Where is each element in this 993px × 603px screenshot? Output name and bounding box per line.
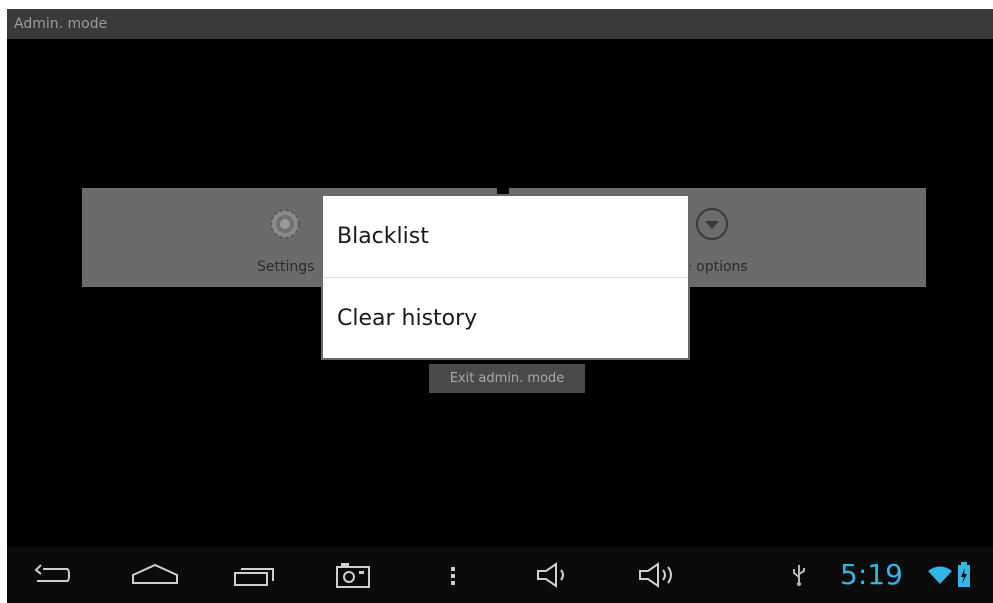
gear-icon	[270, 209, 300, 239]
window-title: Admin. mode	[14, 16, 108, 32]
menu-item-clear-history[interactable]: Clear history	[323, 278, 688, 359]
settings-label: Settings	[257, 259, 315, 275]
title-bar: Admin. mode	[7, 9, 993, 39]
back-icon[interactable]	[33, 561, 73, 589]
screen: Admin. mode Settings More options Exit a…	[7, 9, 993, 603]
battery-charging-icon	[958, 562, 970, 587]
system-navigation-bar: 5:19	[7, 547, 993, 603]
recent-apps-icon[interactable]	[233, 561, 277, 589]
exit-admin-mode-button[interactable]: Exit admin. mode	[429, 364, 585, 393]
usb-icon	[793, 565, 805, 586]
menu-icon[interactable]	[447, 561, 459, 589]
status-clock: 5:19	[840, 558, 903, 591]
chevron-down-icon	[696, 208, 728, 240]
screenshot-icon[interactable]	[335, 561, 371, 589]
wifi-icon	[928, 566, 952, 584]
home-icon[interactable]	[131, 561, 179, 589]
volume-down-icon[interactable]	[536, 561, 572, 589]
menu-item-blacklist[interactable]: Blacklist	[323, 196, 688, 277]
volume-up-icon[interactable]	[638, 561, 678, 589]
context-menu-dialog: Blacklist Clear history	[321, 194, 690, 360]
